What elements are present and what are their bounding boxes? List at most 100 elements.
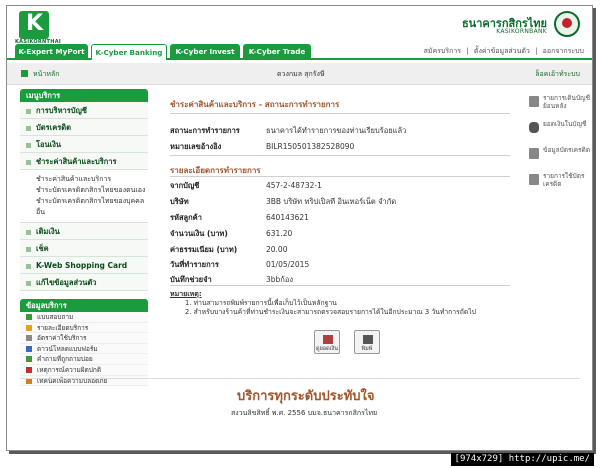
question-icon (26, 356, 32, 363)
sidebar-item-label: การบริหารบัญชี (36, 106, 87, 115)
quick-link-label: รายการเดินบัญชีย้อนหลัง (543, 94, 590, 110)
detail-label: รหัสลูกค้า (170, 213, 202, 222)
register-link[interactable]: สมัครบริการ (424, 47, 461, 55)
info-label: คำถามที่ถูกถามบ่อย (37, 355, 93, 364)
plus-icon (26, 263, 31, 269)
plus-icon (26, 142, 31, 148)
status-label: สถานะการทำรายการ (170, 126, 240, 135)
reference-row: หมายเลขอ้างอิง BILR150501382528090 (170, 141, 354, 152)
check-balance-button[interactable]: ดูยอดเงิน (314, 330, 340, 354)
credit-card-icon (529, 148, 539, 159)
info-label: อัตราค่าใช้บริการ (37, 334, 87, 343)
footer-slogan: บริการทุกระดับประทับใจ (237, 389, 375, 404)
divider (170, 285, 510, 286)
watermark: [974x729] http://upic.me/ (450, 453, 594, 466)
logout-link[interactable]: ล็อคเอ้าท์ระบบ (535, 69, 580, 80)
info-label: ดาวน์โหลดแบบฟอร์ม (37, 344, 98, 353)
status-value: ธนาคารได้ทำรายการของท่านเรียบร้อยแล้ว (266, 126, 407, 135)
info-label: รายละเอียดบริการ (37, 323, 89, 332)
detail-row: วันที่ทำรายการ 01/05/2015 (170, 259, 309, 270)
detail-row: รหัสลูกค้า 640143621 (170, 212, 309, 223)
page-title: ชำระค่าสินค้าและบริการ - สถานะการทำรายกา… (170, 100, 340, 109)
sidebar-item-label: ชำระค่าสินค้าและบริการ (36, 157, 117, 166)
detail-value: 01/05/2015 (266, 260, 310, 269)
submenu-item-other-card[interactable]: ชำระบัตรเครดิตกสิกรไทยของบุคคลอื่น (36, 196, 148, 218)
moneybag-icon (529, 122, 539, 133)
button-label: พิมพ์ (361, 346, 373, 352)
sidebar: เมนูบริการ การบริหารบัญชี บัตรเครดิต โอน… (20, 89, 148, 387)
detail-value: 3BB บริษัท ทริปเปิลที อินเทอร์เน็ต จำกัด (266, 197, 397, 206)
quick-link-label: รายการใช้บัตรเครดิต (543, 172, 585, 188)
button-label: ดูยอดเงิน (316, 346, 338, 352)
tab-k-cyber-trade[interactable]: K-Cyber Trade (243, 44, 311, 60)
detail-label: จำนวนเงิน (บาท) (170, 229, 228, 238)
home-icon[interactable] (21, 70, 28, 77)
top-links: สมัครบริการ | ตั้งค่าข้อมูลส่วนตัว | ออก… (421, 46, 584, 57)
detail-value: 20.00 (266, 245, 288, 254)
separator: | (535, 47, 538, 55)
tab-k-expert-myport[interactable]: K-Expert MyPort (15, 44, 88, 60)
breadcrumb-bar: หน้าหลัก ดวงกมล สุกรังษี ล็อคเอ้าท์ระบบ (7, 63, 592, 85)
detail-row: บริษัท 3BB บริษัท ทริปเปิลที อินเทอร์เน็ต… (170, 196, 396, 207)
sidebar-item-shopping-card[interactable]: K-Web Shopping Card (20, 257, 148, 274)
quick-links: รายการเดินบัญชีย้อนหลัง ยอดเงินในบัญชี ข… (529, 94, 591, 198)
detail-label: บันทึกช่วยจำ (170, 275, 212, 284)
quick-link-label: ข้อมูลบัตรเครดิต (543, 146, 590, 154)
info-item-faq[interactable]: คำถามที่ถูกถามบ่อย (20, 354, 148, 365)
reference-value: BILR150501382528090 (266, 142, 355, 151)
profile-settings-link[interactable]: ตั้งค่าข้อมูลส่วนตัว (474, 47, 530, 55)
tab-k-cyber-invest[interactable]: K-Cyber Invest (170, 44, 240, 60)
plus-icon (26, 246, 31, 252)
printer-icon (363, 335, 373, 344)
detail-label: บริษัท (170, 197, 189, 206)
sidebar-item-account[interactable]: การบริหารบัญชี (20, 102, 148, 119)
check-icon (26, 314, 32, 320)
sidebar-item-cheque[interactable]: เช็ค (20, 240, 148, 257)
logout-top-link[interactable]: ออกจากระบบ (543, 47, 584, 55)
detail-value: 640143621 (266, 213, 309, 222)
info-item-fees[interactable]: อัตราค่าใช้บริการ (20, 333, 148, 344)
divider (170, 176, 510, 177)
tab-k-cyber-banking[interactable]: K-Cyber Banking (91, 44, 167, 60)
sidebar-submenu: ชำระค่าสินค้าและบริการ ชำระบัตรเครดิตกสิ… (20, 170, 148, 223)
sidebar-item-label: บัตรเครดิต (36, 123, 72, 132)
home-link[interactable]: หน้าหลัก (33, 69, 59, 80)
sidebar-item-bill-payment[interactable]: ชำระค่าสินค้าและบริการ (20, 153, 148, 170)
sidebar-item-label: โอนเงิน (36, 140, 62, 149)
quick-link-balance[interactable]: ยอดเงินในบัญชี (529, 120, 591, 144)
info-label: แบบสอบถาม (37, 313, 74, 321)
info-item-details[interactable]: รายละเอียดบริการ (20, 322, 148, 334)
sidebar-item-profile[interactable]: แก้ไขข้อมูลส่วนตัว (20, 274, 148, 291)
detail-row: จำนวนเงิน (บาท) 631.20 (170, 228, 292, 239)
sidebar-item-label: แก้ไขข้อมูลส่วนตัว (36, 278, 97, 287)
submenu-item-bill-payment[interactable]: ชำระค่าสินค้าและบริการ (36, 174, 148, 185)
detail-label: ค่าธรรมเนียม (บาท) (170, 245, 238, 254)
plus-icon (26, 280, 31, 286)
kasikorn-logo-icon[interactable] (19, 11, 49, 39)
reference-label: หมายเลขอ้างอิง (170, 142, 222, 151)
user-name: ดวงกมล สุกรังษี (277, 70, 325, 78)
document-icon (26, 335, 32, 342)
submenu-item-own-card[interactable]: ชำระบัตรเครดิตกสิกรไทยของตนเอง (36, 185, 148, 196)
sidebar-item-credit-card[interactable]: บัตรเครดิต (20, 119, 148, 136)
quick-link-label: ยอดเงินในบัญชี (543, 120, 587, 128)
footer-copyright: สงวนลิขสิทธิ์ พ.ศ. 2556 บมจ.ธนาคารกสิกรไ… (231, 409, 378, 417)
quick-link-card-usage[interactable]: รายการใช้บัตรเครดิต (529, 172, 591, 196)
print-button[interactable]: พิมพ์ (354, 330, 380, 354)
info-item-incident[interactable]: เหตุการณ์ความผิดปกติ (20, 364, 148, 376)
sidebar-item-topup[interactable]: เติมเงิน (20, 223, 148, 240)
divider (170, 155, 510, 156)
info-item-survey[interactable]: แบบสอบถาม (20, 312, 148, 323)
sidebar-item-transfer[interactable]: โอนเงิน (20, 136, 148, 153)
divider (170, 113, 510, 114)
detail-row: จากบัญชี 457-2-48732-1 (170, 180, 322, 191)
status-row: สถานะการทำรายการ ธนาคารได้ทำรายการของท่าน… (170, 125, 406, 136)
quick-link-card-info[interactable]: ข้อมูลบัตรเครดิต (529, 146, 591, 170)
plus-icon (26, 125, 31, 131)
sidebar-item-label: เช็ค (36, 244, 49, 253)
quick-link-statement[interactable]: รายการเดินบัญชีย้อนหลัง (529, 94, 591, 118)
sidebar-title: เมนูบริการ (20, 89, 148, 102)
info-item-download[interactable]: ดาวน์โหลดแบบฟอร์ม (20, 343, 148, 355)
detail-row: บันทึกช่วยจำ 3bbก้อง (170, 274, 293, 285)
sidebar-item-label: เติมเงิน (36, 227, 60, 236)
